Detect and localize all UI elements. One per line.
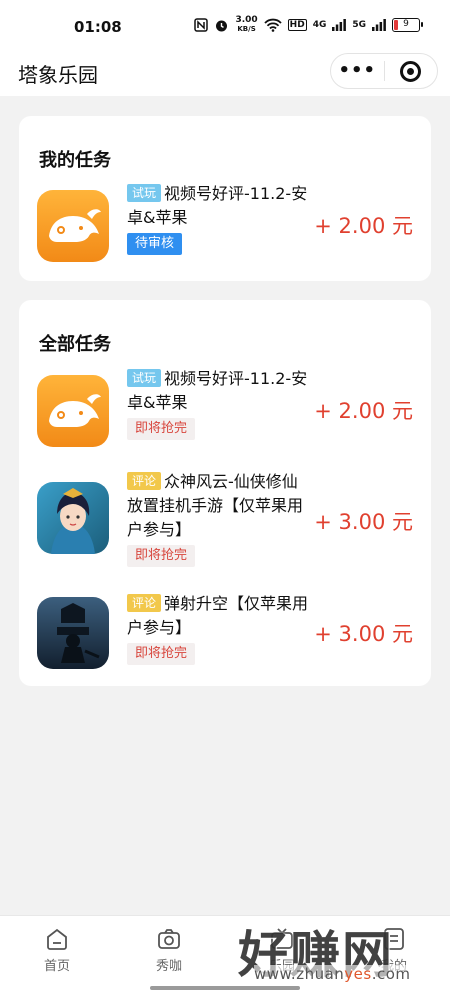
app-bar: 塔象乐园 ••• bbox=[0, 50, 450, 96]
tab-label: 秀咖 bbox=[155, 959, 182, 974]
task-item[interactable]: 试玩 视频号好评-11.2-安卓&苹果 即将抢完 + 2.00 元 bbox=[19, 367, 431, 457]
signal-icon-1 bbox=[332, 19, 347, 31]
all-tasks-title: 全部任务 bbox=[39, 334, 111, 355]
battery-icon: 9 bbox=[392, 18, 423, 32]
task-text: 试玩 视频号好评-11.2-安卓&苹果 即将抢完 bbox=[127, 367, 313, 440]
task-tag: 评论 bbox=[127, 594, 162, 612]
task-tag: 试玩 bbox=[127, 184, 162, 202]
tv-icon bbox=[271, 928, 293, 949]
silhouette-game-icon bbox=[37, 597, 109, 669]
task-status-badge: 即将抢完 bbox=[127, 545, 196, 567]
net-4g: 4G bbox=[312, 19, 327, 30]
my-tasks-title: 我的任务 bbox=[39, 150, 111, 171]
mini-program-capsule: ••• bbox=[330, 53, 438, 89]
signal-icon-2 bbox=[372, 19, 386, 31]
task-tag: 试玩 bbox=[127, 369, 162, 387]
status-icons: 3.00 KB/S HD 4G 5G 9 bbox=[194, 15, 423, 34]
task-text: 评论 众神风云-仙侠修仙放置挂机手游【仅苹果用户参与】 即将抢完 bbox=[127, 470, 313, 567]
elephant-game-icon bbox=[37, 190, 109, 262]
tab-paradise[interactable]: 乐园 bbox=[252, 926, 312, 974]
tab-xiuka[interactable]: 秀咖 bbox=[139, 926, 199, 974]
net-5g: 5G bbox=[352, 19, 366, 30]
net-speed: 3.00 KB/S bbox=[235, 15, 258, 34]
wifi-icon bbox=[264, 18, 282, 32]
home-indicator[interactable] bbox=[150, 986, 300, 990]
tab-label: 我的 bbox=[380, 959, 407, 974]
tab-label: 首页 bbox=[43, 959, 70, 974]
my-tasks-card: 我的任务 试玩 视频号好评-11.2-安卓&苹果 待审核 + 2.00 元 bbox=[19, 116, 431, 281]
home-icon bbox=[47, 928, 67, 950]
task-tag: 评论 bbox=[127, 472, 162, 490]
status-bar: 01:08 3.00 KB/S HD 4G 5G 9 bbox=[0, 0, 450, 50]
alarm-icon bbox=[216, 20, 228, 31]
profile-icon bbox=[384, 928, 404, 950]
all-tasks-card: 全部任务 试玩 视频号好评-11.2-安卓&苹果 即将抢完 + 2.00 元 评论… bbox=[19, 300, 431, 686]
task-status-badge: 即将抢完 bbox=[127, 418, 196, 440]
task-text: 评论 弹射升空【仅苹果用户参与】 即将抢完 bbox=[127, 592, 313, 665]
tab-label: 乐园 bbox=[268, 959, 295, 974]
task-price: + 2.00 元 bbox=[314, 214, 413, 238]
more-button[interactable]: ••• bbox=[331, 53, 384, 89]
page-title: 塔象乐园 bbox=[18, 63, 98, 87]
tab-mine[interactable]: 我的 bbox=[364, 926, 424, 974]
camera-icon bbox=[158, 929, 180, 949]
elephant-game-icon bbox=[37, 375, 109, 447]
task-status-badge: 待审核 bbox=[127, 233, 183, 255]
tab-home[interactable]: 首页 bbox=[27, 926, 87, 974]
task-item[interactable]: 评论 众神风云-仙侠修仙放置挂机手游【仅苹果用户参与】 即将抢完 + 3.00 元 bbox=[19, 470, 431, 570]
hd-badge: HD bbox=[287, 19, 307, 31]
close-mini-program-button[interactable] bbox=[385, 60, 438, 82]
task-item[interactable]: 评论 弹射升空【仅苹果用户参与】 即将抢完 + 3.00 元 bbox=[19, 592, 431, 682]
nfc-icon bbox=[194, 18, 209, 32]
status-time: 01:08 bbox=[74, 18, 122, 36]
task-price: + 2.00 元 bbox=[314, 399, 413, 423]
task-status-badge: 即将抢完 bbox=[127, 643, 196, 665]
target-icon bbox=[400, 60, 422, 82]
task-text: 试玩 视频号好评-11.2-安卓&苹果 待审核 bbox=[127, 182, 313, 255]
task-price: + 3.00 元 bbox=[314, 510, 413, 534]
task-item[interactable]: 试玩 视频号好评-11.2-安卓&苹果 待审核 + 2.00 元 bbox=[19, 182, 431, 272]
fairy-character-icon bbox=[37, 482, 109, 554]
task-price: + 3.00 元 bbox=[314, 622, 413, 646]
